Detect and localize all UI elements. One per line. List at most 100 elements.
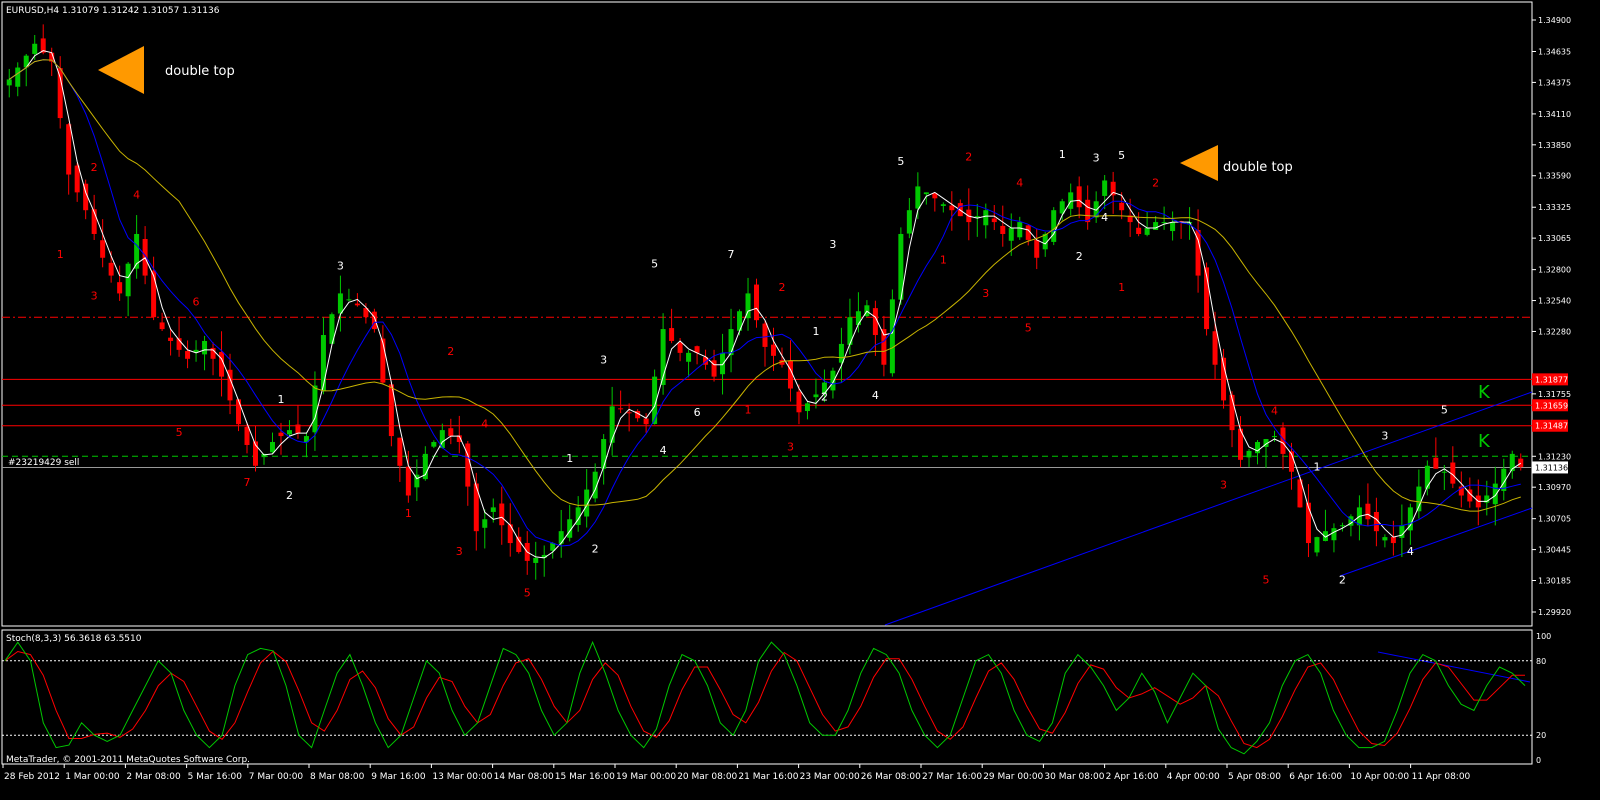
time-tick-label: 15 Mar 16:00	[555, 772, 615, 782]
wave-label: 4	[481, 418, 488, 431]
time-tick-label: 30 Mar 08:00	[1044, 772, 1104, 782]
candle-body	[6, 79, 12, 86]
price-tick-label: 1.30970	[1538, 483, 1571, 492]
time-tick-label: 8 Mar 08:00	[310, 772, 365, 782]
time-axis: 28 Feb 2012 1 Mar 00:00 2 Mar 08:00 5 Mar 1…	[2, 764, 1471, 782]
ma-slow-line	[8, 59, 1521, 512]
candle-body	[1305, 502, 1311, 544]
wave-label: 3	[829, 238, 836, 251]
moving-averages	[8, 50, 1522, 559]
wave-label: 2	[447, 345, 454, 358]
candle-body	[1246, 450, 1252, 458]
price-axis: 1.34900 1.34635 1.34375 1.34110 1.33850 1.335…	[1532, 16, 1571, 617]
wave-label: 7	[244, 476, 251, 489]
candle-body	[618, 408, 624, 410]
k-marker-2: K	[1478, 431, 1491, 452]
price-tick-label: 1.33850	[1538, 141, 1571, 150]
candle-body	[991, 218, 997, 223]
candle-body	[1271, 436, 1277, 438]
candle-body	[278, 432, 284, 437]
stoch-main-line	[4, 640, 1526, 755]
candle-body	[626, 412, 632, 414]
candle-body	[15, 67, 21, 87]
candle-body	[1492, 483, 1498, 505]
candle-body	[57, 68, 63, 119]
stoch-axis-label: 20	[1536, 731, 1546, 740]
candle-body	[1085, 199, 1091, 223]
wave-label: 5	[1441, 403, 1448, 416]
candle-body	[1365, 503, 1371, 520]
wave-label: 5	[651, 257, 658, 270]
wave-label: 2	[965, 150, 972, 163]
wave-label: 5	[897, 155, 904, 168]
candle-body	[371, 311, 377, 330]
double-top-arrow-icon	[98, 46, 144, 94]
candle-body	[1441, 471, 1447, 473]
time-tick-label: 5 Apr 08:00	[1228, 772, 1281, 782]
candle-body	[1314, 537, 1320, 553]
price-tick-label: 1.34375	[1538, 78, 1571, 87]
candle-body	[770, 344, 776, 356]
candle-body	[974, 216, 980, 218]
time-tick-label: 14 Mar 08:00	[494, 772, 554, 782]
ma-fast-line	[8, 50, 1522, 559]
price-level-value: 1.31659	[1535, 401, 1568, 410]
wave-label: 4	[872, 389, 879, 402]
stochastic-lines: 100 80 20 0	[2, 632, 1551, 765]
candle-body	[1424, 465, 1430, 489]
candle-body	[100, 240, 106, 258]
candle-body	[202, 340, 208, 355]
stoch-axis-label: 0	[1536, 756, 1541, 765]
candle-body	[1339, 525, 1345, 527]
candle-body	[728, 329, 734, 356]
candle-body	[983, 210, 989, 226]
copyright-text: MetaTrader, © 2001-2011 MetaQuotes Softw…	[6, 755, 250, 765]
candle-body	[1051, 210, 1057, 242]
candle-body	[643, 418, 649, 425]
double-top-arrow-icon	[1180, 145, 1218, 181]
trend-channel	[884, 391, 1533, 683]
wave-label: 2	[1076, 250, 1083, 263]
wave-label: 1	[812, 325, 819, 338]
wave-label: 2	[91, 161, 98, 174]
candle-body	[1255, 442, 1261, 454]
stoch-axis-label: 100	[1536, 632, 1551, 641]
candle-body	[219, 351, 225, 377]
wave-label: 5	[1118, 149, 1125, 162]
time-tick-label: 1 Mar 00:00	[65, 772, 120, 782]
chart-canvas[interactable]: 1.318771.316591.314871.31136 2413 6572132…	[0, 0, 1600, 800]
candle-body	[830, 370, 836, 391]
wave-label: 2	[1339, 573, 1346, 586]
candle-body	[448, 428, 454, 437]
candle-body	[762, 323, 768, 347]
wave-label: 1	[940, 254, 947, 267]
candle-body	[295, 424, 301, 434]
double-top-label-2: double top	[1223, 160, 1293, 175]
price-tick-label: 1.31755	[1538, 390, 1571, 399]
wave-label: 7	[728, 248, 735, 261]
candle-body	[151, 270, 157, 318]
wave-label: 2	[592, 543, 599, 556]
candle-body	[1017, 222, 1023, 238]
wave-label: 2	[286, 489, 293, 502]
candle-body	[804, 403, 810, 412]
candle-body	[269, 442, 275, 453]
candle-body	[499, 503, 505, 526]
wave-label: 6	[694, 406, 701, 419]
candle-body	[1000, 225, 1006, 234]
time-tick-label: 7 Mar 00:00	[249, 772, 304, 782]
wave-label: 4	[1271, 405, 1278, 418]
k-marker-1: K	[1478, 382, 1491, 403]
candle-body	[286, 430, 292, 435]
candle-body	[185, 351, 191, 359]
wave-label: 1	[405, 507, 412, 520]
candle-body	[1008, 228, 1014, 241]
time-tick-label: 26 Mar 08:00	[861, 772, 921, 782]
wave-label: 4	[1016, 176, 1023, 189]
time-tick-label: 2 Mar 08:00	[126, 772, 181, 782]
price-tick-label: 1.33065	[1538, 234, 1571, 243]
candle-body	[1144, 228, 1150, 235]
candle-body	[1382, 537, 1388, 541]
candle-body	[32, 43, 38, 54]
wave-label: 3	[1093, 151, 1100, 164]
